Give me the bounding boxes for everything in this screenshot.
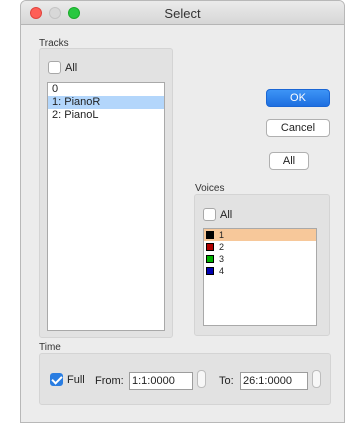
tracks-list[interactable]: 0 1: PianoR 2: PianoL <box>47 82 165 331</box>
to-time-field[interactable]: 26:1:0000 <box>240 372 308 390</box>
tracks-group: All 0 1: PianoR 2: PianoL <box>39 48 173 338</box>
track-item-2[interactable]: 2: PianoL <box>48 109 164 122</box>
voice-item-2[interactable]: 2 <box>204 241 316 253</box>
voice-item-label: 3 <box>219 254 225 264</box>
full-time-checkbox-box[interactable] <box>50 373 63 386</box>
from-time-field[interactable]: 1:1:0000 <box>129 372 193 390</box>
voice-color-swatch <box>206 255 214 263</box>
from-time-stepper[interactable] <box>197 370 206 388</box>
voices-group: All 1 2 3 4 <box>194 194 330 336</box>
cancel-button[interactable]: Cancel <box>266 119 330 137</box>
full-time-label: Full <box>67 373 85 386</box>
voices-all-checkbox[interactable]: All <box>203 208 232 221</box>
voice-item-label: 4 <box>219 266 225 276</box>
ok-button[interactable]: OK <box>266 89 330 107</box>
voice-item-4[interactable]: 4 <box>204 265 316 277</box>
voice-item-label: 2 <box>219 242 225 252</box>
voice-color-swatch <box>206 231 214 239</box>
voice-color-swatch <box>206 243 214 251</box>
track-item-1[interactable]: 1: PianoR <box>48 96 164 109</box>
voice-color-swatch <box>206 267 214 275</box>
to-time-stepper[interactable] <box>312 370 321 388</box>
window-title: Select <box>164 6 201 21</box>
voices-all-checkbox-box[interactable] <box>203 208 216 221</box>
tracks-all-checkbox-box[interactable] <box>48 61 61 74</box>
voices-list[interactable]: 1 2 3 4 <box>203 228 317 326</box>
select-dialog: Select Tracks All 0 1: PianoR 2: PianoL … <box>20 0 345 423</box>
voices-label: Voices <box>195 183 225 194</box>
from-label: From: <box>95 375 124 387</box>
all-button[interactable]: All <box>269 152 309 170</box>
to-label: To: <box>219 375 234 387</box>
track-item-0[interactable]: 0 <box>48 83 164 96</box>
time-group: Full From: 1:1:0000 To: 26:1:0000 <box>39 353 331 405</box>
tracks-all-checkbox[interactable]: All <box>48 61 77 74</box>
time-label: Time <box>39 342 61 353</box>
voice-item-3[interactable]: 3 <box>204 253 316 265</box>
voice-item-1[interactable]: 1 <box>204 229 316 241</box>
full-time-checkbox[interactable]: Full <box>50 373 85 386</box>
voices-all-label: All <box>220 208 233 221</box>
tracks-all-label: All <box>65 61 78 74</box>
voice-item-label: 1 <box>219 230 225 240</box>
title-bar: Select <box>21 1 344 25</box>
